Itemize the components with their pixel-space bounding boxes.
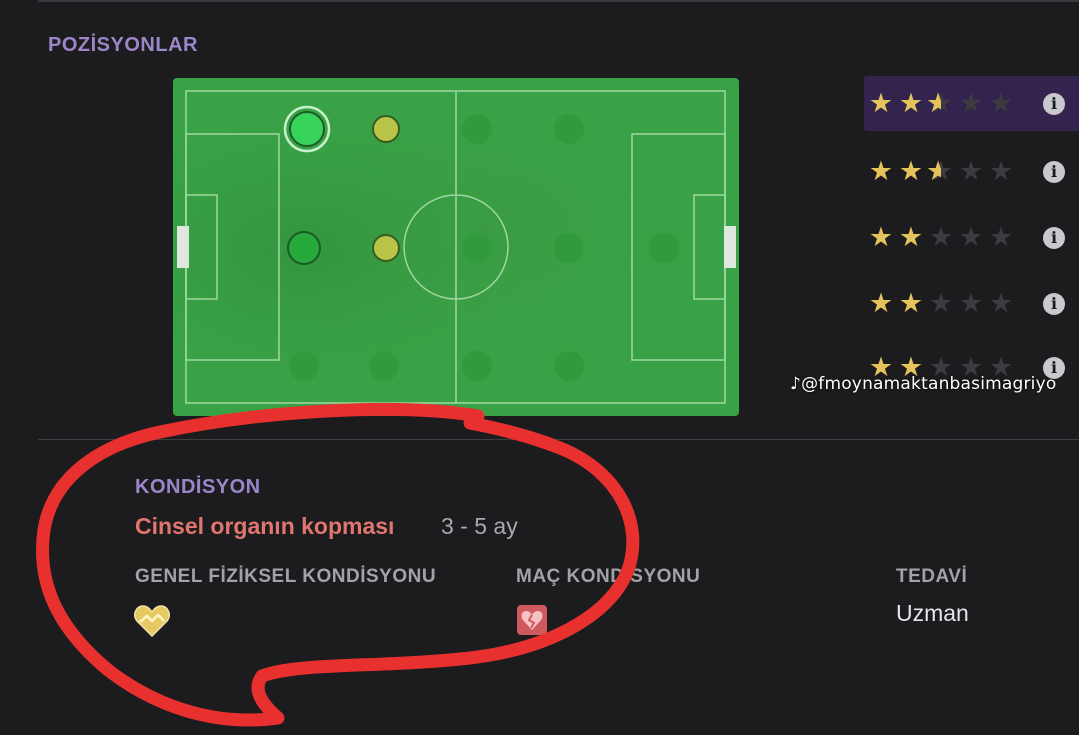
position-dot — [372, 234, 400, 262]
star-icon: ★ — [928, 222, 954, 253]
condition-title: KONDİSYON — [135, 476, 261, 498]
position-rating-row[interactable]: ★★★★★i — [864, 210, 1079, 265]
section-divider — [38, 439, 1079, 440]
positions-title: POZİSYONLAR — [48, 34, 198, 56]
heart-icon — [134, 605, 170, 638]
star-icon: ★ — [926, 158, 956, 185]
star-icon: ★ — [926, 90, 956, 117]
watermark: ♪@fmoynamaktanbasimagriyo — [790, 374, 1056, 394]
top-border — [38, 0, 1079, 2]
star-rating: ★ ★ ★ ★ ★ — [866, 158, 1016, 185]
star-icon: ★ — [898, 288, 924, 319]
position-rating-row[interactable]: ★★★★★i — [864, 76, 1079, 131]
star-icon: ★ — [958, 156, 984, 187]
info-icon[interactable]: i — [1043, 292, 1065, 315]
star-icon: ★ — [898, 88, 924, 119]
star-icon: ★ — [868, 222, 894, 253]
star-icon: ★ — [898, 156, 924, 187]
star-rating: ★ ★ ★ ★ ★ — [866, 90, 1016, 117]
info-icon[interactable]: i — [1043, 226, 1065, 249]
match-condition-label: MAÇ KONDİSYONU — [516, 566, 701, 587]
position-dot — [372, 115, 400, 143]
left-goal — [177, 226, 189, 268]
star-icon: ★ — [928, 288, 954, 319]
selected-position-dot — [289, 111, 325, 147]
watermark-text: @fmoynamaktanbasimagriyo — [801, 374, 1057, 394]
right-goal — [724, 226, 736, 268]
broken-heart-icon — [517, 605, 547, 635]
star-icon: ★ — [958, 288, 984, 319]
star-icon: ★ — [988, 156, 1014, 187]
star-rating: ★ ★ ★ ★ ★ — [866, 290, 1016, 317]
star-icon: ★ — [868, 288, 894, 319]
star-icon: ★ — [868, 156, 894, 187]
info-icon[interactable]: i — [1043, 92, 1065, 115]
star-icon: ★ — [898, 222, 924, 253]
position-rating-row[interactable]: ★★★★★i — [864, 144, 1079, 199]
general-condition-label: GENEL FİZİKSEL KONDİSYONU — [135, 566, 437, 587]
star-icon: ★ — [988, 88, 1014, 119]
position-rating-row[interactable]: ★★★★★i — [864, 276, 1079, 331]
treatment-value: Uzman — [896, 600, 969, 626]
star-icon: ★ — [958, 222, 984, 253]
pitch-map — [173, 78, 739, 416]
injury-duration: 3 - 5 ay — [441, 513, 518, 539]
star-icon: ★ — [868, 88, 894, 119]
star-icon: ★ — [958, 88, 984, 119]
player-positions-panel: POZİSYONLAR ★ ★ ★ ★ ★ ★ i ★ ★ ★ ★ ★ ★ i … — [0, 0, 1079, 735]
position-dot — [287, 231, 321, 265]
injury-name: Cinsel organın kopması — [135, 513, 395, 539]
treatment-label: TEDAVİ — [896, 566, 968, 587]
info-icon[interactable]: i — [1043, 160, 1065, 183]
star-icon: ★ — [988, 222, 1014, 253]
star-rating: ★ ★ ★ ★ ★ — [866, 224, 1016, 251]
star-icon: ★ — [988, 288, 1014, 319]
tiktok-icon: ♪ — [790, 374, 802, 394]
